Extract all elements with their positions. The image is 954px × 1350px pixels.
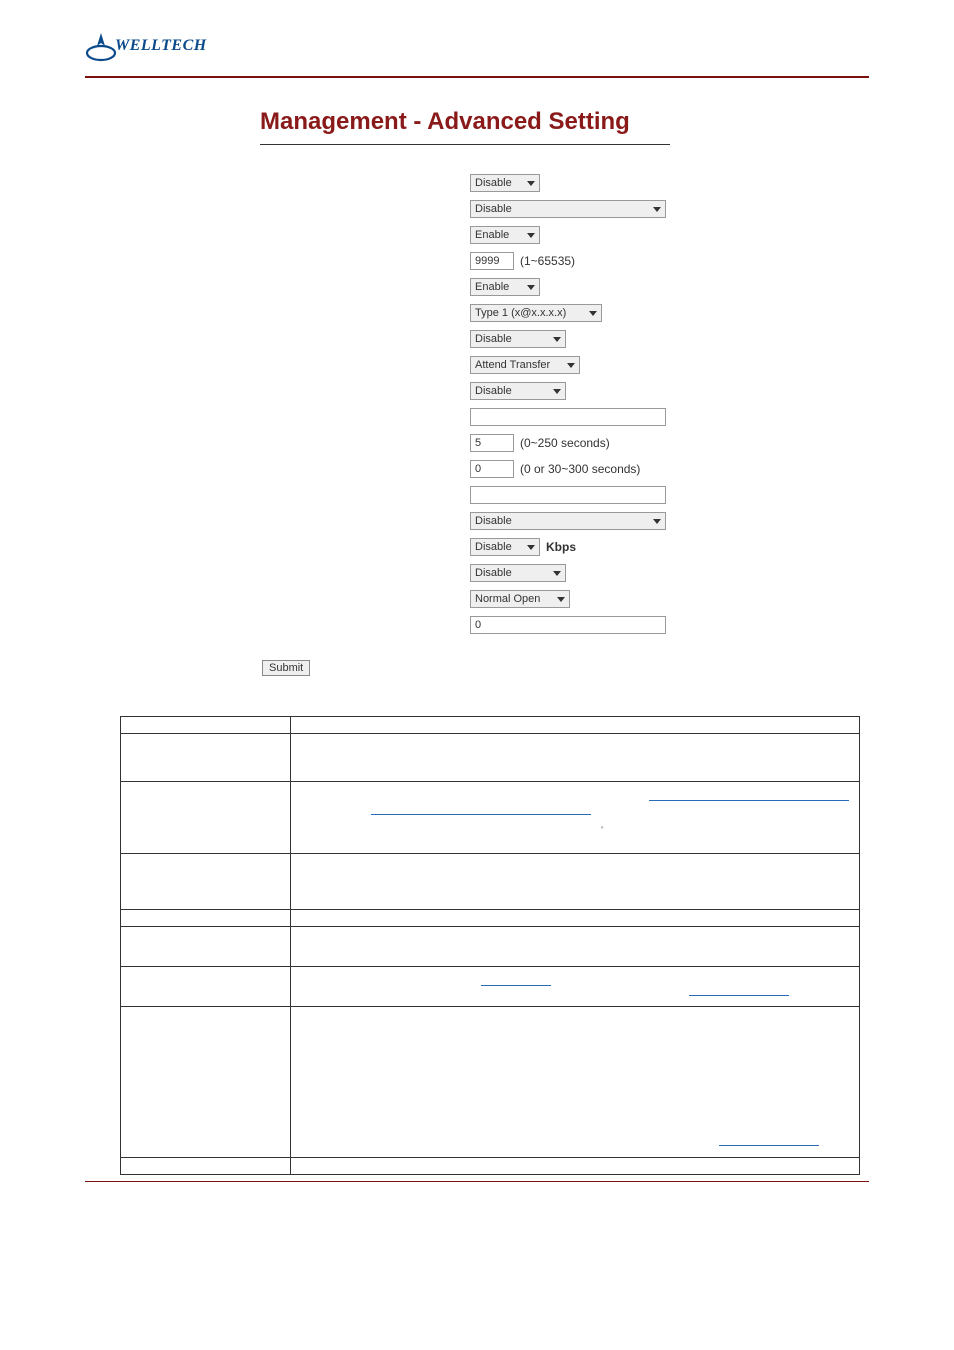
- label-relay-mode: Relay Mode:: [260, 592, 470, 606]
- footer-divider: [85, 1181, 869, 1182]
- select-send-flash-event[interactable]: Disable: [470, 330, 566, 348]
- label-net-bw-limit: NET Bandwidth Limit:: [260, 540, 470, 554]
- page-title: Management - Advanced Setting: [260, 108, 954, 136]
- header: WELLTECH: [0, 0, 954, 70]
- desc-field: [121, 734, 291, 782]
- desc-value: [291, 734, 860, 782]
- table-row: [121, 734, 860, 782]
- select-ip-dialing-format[interactable]: Type 1 (x@x.x.x.x): [470, 304, 602, 322]
- label-system-log: System Log:: [260, 514, 470, 528]
- desc-value: [291, 717, 860, 734]
- welltech-logo-icon: [85, 30, 117, 62]
- input-web-login-port[interactable]: [470, 252, 514, 270]
- desc-field: [121, 854, 291, 910]
- label-icmp-not-echo: ICMP Not Echo:: [260, 176, 470, 190]
- desc-value: [291, 927, 860, 967]
- label-relay-control: Relay Control:: [260, 566, 470, 580]
- select-system-log[interactable]: Disable: [470, 512, 666, 530]
- desc-value: 。: [291, 782, 860, 854]
- select-anonymous-call[interactable]: Disable: [470, 200, 666, 218]
- description-table: 。: [120, 716, 860, 1175]
- hint-net-bw-limit: Kbps: [546, 540, 576, 554]
- label-web-login-port: WEB Login Port:: [260, 254, 470, 268]
- hint-dhcp-arp-check: (0 or 30~300 seconds): [520, 462, 640, 476]
- hint-web-login-port: (1~65535): [520, 254, 575, 268]
- table-row: [121, 1007, 860, 1158]
- desc-field: [121, 910, 291, 927]
- submit-button[interactable]: Submit: [262, 660, 310, 676]
- label-syslog-ip: Syslog Server IP Address:: [260, 488, 470, 502]
- table-row: [121, 717, 860, 734]
- label-transfer-key-mode: Transfer Key Mode:: [260, 358, 470, 372]
- desc-field: [121, 1158, 291, 1175]
- desc-value: [291, 1007, 860, 1158]
- select-encryption-type[interactable]: Disable: [470, 382, 566, 400]
- settings-form: ICMP Not Echo: Disable Anonymous Call: D…: [0, 145, 680, 635]
- input-encryption-key[interactable]: [470, 408, 666, 426]
- table-row: [121, 927, 860, 967]
- label-mgmt-from-wan: Management from WAN:: [260, 228, 470, 242]
- desc-value: [291, 854, 860, 910]
- table-row: [121, 1158, 860, 1175]
- label-encryption-type: Encryption Type:: [260, 384, 470, 398]
- desc-field: [121, 782, 291, 854]
- desc-field: [121, 967, 291, 1007]
- input-door-open-key[interactable]: [470, 616, 666, 634]
- desc-value: [291, 910, 860, 927]
- label-anonymous-call: Anonymous Call:: [260, 202, 470, 216]
- select-net-bw-limit[interactable]: Disable: [470, 538, 540, 556]
- label-encryption-key: Encryption Key:: [260, 410, 470, 424]
- brand-logo: WELLTECH: [85, 30, 954, 62]
- select-transfer-key-mode[interactable]: Attend Transfer: [470, 356, 580, 374]
- label-ip-dialing-format: IP Dialing Format:: [260, 306, 470, 320]
- label-dhcp-arp-check: DHCP Gateway ARP Check Period:: [260, 462, 470, 476]
- table-row: 。: [121, 782, 860, 854]
- table-row: [121, 854, 860, 910]
- select-icmp-not-echo[interactable]: Disable: [470, 174, 540, 192]
- select-relay-mode[interactable]: Normal Open: [470, 590, 570, 608]
- label-send-flash-event: Send Flash Event:: [260, 332, 470, 346]
- desc-field: [121, 717, 291, 734]
- input-pppoe-retry[interactable]: [470, 434, 514, 452]
- label-door-open-key: Door Open Key:: [260, 618, 470, 632]
- table-row: [121, 967, 860, 1007]
- brand-name: WELLTECH: [115, 37, 207, 55]
- hint-pppoe-retry: (0~250 seconds): [520, 436, 610, 450]
- select-relay-control[interactable]: Disable: [470, 564, 566, 582]
- label-telnet-login: Telnet Login:: [260, 280, 470, 294]
- desc-field: [121, 1007, 291, 1158]
- select-telnet-login[interactable]: Enable: [470, 278, 540, 296]
- input-syslog-ip[interactable]: [470, 486, 666, 504]
- table-row: [121, 910, 860, 927]
- select-mgmt-from-wan[interactable]: Enable: [470, 226, 540, 244]
- label-pppoe-retry: PPPoE Retry Period:: [260, 436, 470, 450]
- input-dhcp-arp-check[interactable]: [470, 460, 514, 478]
- desc-field: [121, 927, 291, 967]
- desc-value: [291, 967, 860, 1007]
- desc-value: [291, 1158, 860, 1175]
